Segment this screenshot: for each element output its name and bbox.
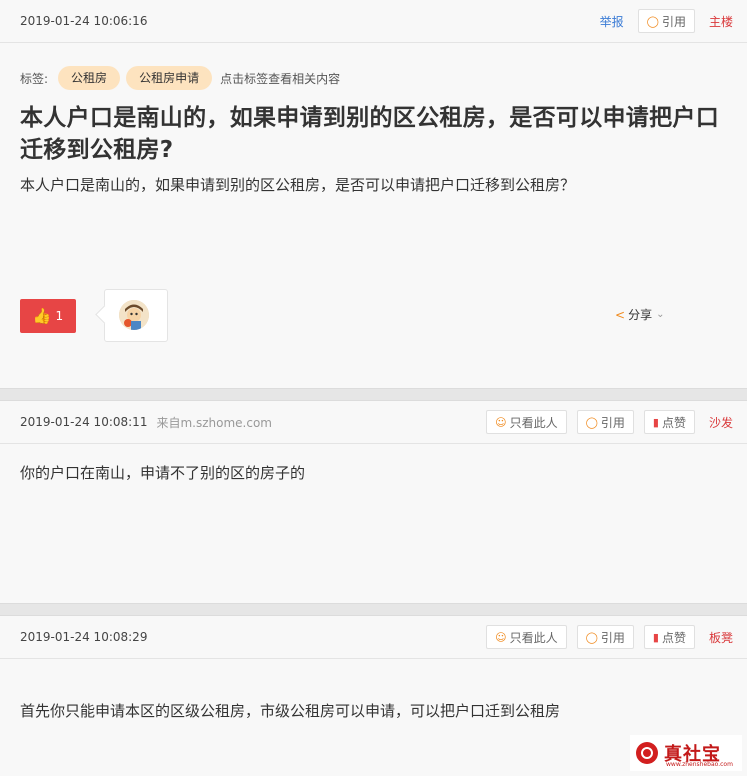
like-button[interactable]: ▮ 点赞 bbox=[643, 625, 695, 649]
user-icon: ☺ bbox=[495, 415, 507, 429]
like-count: 1 bbox=[55, 309, 64, 323]
report-link[interactable]: 举报 bbox=[600, 13, 624, 30]
post-actions: 👍 1 < 分享 ⌄ bbox=[0, 288, 747, 342]
quote-icon: ◯ bbox=[585, 415, 598, 429]
like-label: 点赞 bbox=[661, 630, 686, 645]
reply-time: 2019-01-24 10:08:11 bbox=[20, 415, 148, 429]
floor-label: 板凳 bbox=[708, 630, 733, 645]
only-this-user-button[interactable]: ☺ 只看此人 bbox=[486, 410, 567, 434]
globe-icon bbox=[636, 742, 658, 764]
post-title: 本人户口是南山的，如果申请到别的区公租房，是否可以申请把户口迁移到公租房? bbox=[20, 105, 719, 163]
post-time: 2019-01-24 10:06:16 bbox=[20, 14, 148, 28]
only-this-user-label: 只看此人 bbox=[509, 415, 558, 430]
like-button[interactable]: 👍 1 bbox=[20, 299, 76, 333]
only-this-user-label: 只看此人 bbox=[509, 630, 558, 645]
reply-header-bar: 2019-01-24 10:08:11 来自m.szhome.com ☺ 只看此… bbox=[0, 401, 747, 444]
tag-row: 标签: 公租房 公租房申请 点击标签查看相关内容 bbox=[0, 43, 747, 90]
watermark-url: www.zhenshebao.com bbox=[666, 761, 733, 768]
post-content: 本人户口是南山的，如果申请到别的区公租房，是否可以申请把户口迁移到公租房？ bbox=[20, 176, 576, 194]
only-this-user-button[interactable]: ☺ 只看此人 bbox=[486, 625, 567, 649]
reply-content: 你的户口在南山，申请不了别的区的房子的 bbox=[20, 464, 306, 482]
tags-label: 标签: bbox=[20, 71, 49, 86]
reply-post: 2019-01-24 10:08:11 来自m.szhome.com ☺ 只看此… bbox=[0, 401, 747, 603]
cartoon-avatar-icon bbox=[119, 300, 149, 330]
thumbs-up-icon: 👍 bbox=[32, 307, 52, 325]
quote-icon: ◯ bbox=[585, 630, 598, 644]
tags-hint: 点击标签查看相关内容 bbox=[220, 71, 341, 86]
liker-avatar-box bbox=[104, 289, 168, 342]
floor-label: 沙发 bbox=[708, 415, 733, 430]
like-button[interactable]: ▮ 点赞 bbox=[643, 410, 695, 434]
watermark-logo: 真社宝 www.zhenshebao.com bbox=[630, 735, 742, 771]
quote-button[interactable]: ◯ 引用 bbox=[576, 410, 634, 434]
op-post: 2019-01-24 10:06:16 举报 ◯ 引用 主楼 标签: 公租房 公… bbox=[0, 0, 747, 388]
like-label: 点赞 bbox=[661, 415, 686, 430]
quote-icon: ◯ bbox=[646, 14, 659, 28]
share-icon: < bbox=[615, 307, 626, 322]
share-label: 分享 bbox=[628, 308, 653, 322]
chevron-down-icon: ⌄ bbox=[656, 309, 665, 320]
share-button[interactable]: < 分享 ⌄ bbox=[615, 306, 664, 323]
quote-label: 引用 bbox=[661, 14, 686, 29]
thumbs-up-icon: ▮ bbox=[652, 415, 659, 429]
quote-label: 引用 bbox=[600, 415, 625, 430]
reply-content: 首先你只能申请本区的区级公租房，市级公租房可以申请，可以把户口迁到公租房 bbox=[20, 702, 561, 720]
post-separator bbox=[0, 603, 747, 616]
thumbs-up-icon: ▮ bbox=[652, 630, 659, 644]
reply-source: 来自m.szhome.com bbox=[156, 415, 272, 430]
quote-button[interactable]: ◯ 引用 bbox=[576, 625, 634, 649]
floor-label: 主楼 bbox=[708, 14, 733, 29]
post-separator bbox=[0, 388, 747, 401]
user-icon: ☺ bbox=[495, 630, 507, 644]
quote-button[interactable]: ◯ 引用 bbox=[637, 9, 695, 33]
avatar[interactable] bbox=[119, 300, 149, 330]
quote-label: 引用 bbox=[600, 630, 625, 645]
tag-gongzufang-apply[interactable]: 公租房申请 bbox=[126, 66, 213, 90]
op-header-bar: 2019-01-24 10:06:16 举报 ◯ 引用 主楼 bbox=[0, 0, 747, 43]
reply-header-bar: 2019-01-24 10:08:29 ☺ 只看此人 ◯ 引用 ▮ 点赞 板凳 bbox=[0, 616, 747, 659]
tag-gongzufang[interactable]: 公租房 bbox=[58, 66, 121, 90]
reply-time: 2019-01-24 10:08:29 bbox=[20, 630, 148, 644]
